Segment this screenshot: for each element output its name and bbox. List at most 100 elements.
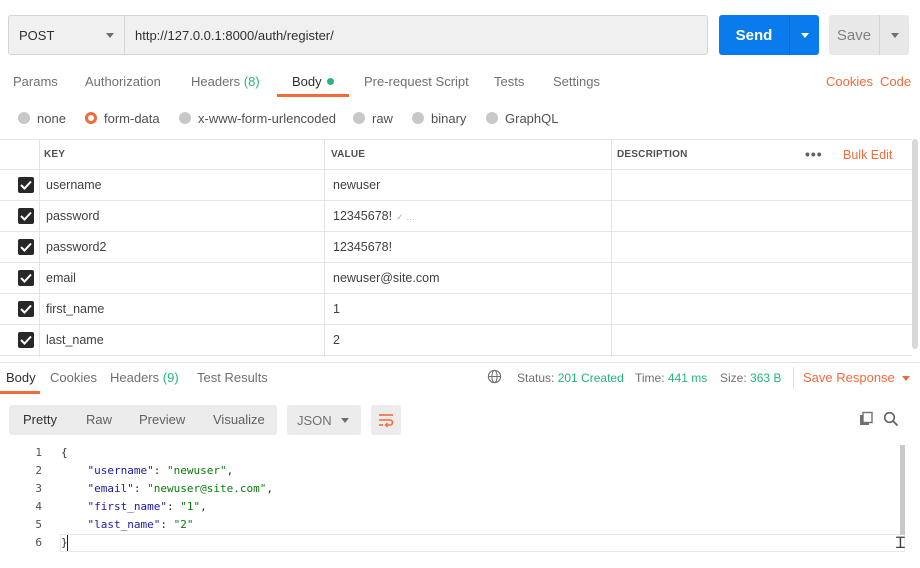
view-mode-group: Pretty Raw Preview Visualize (9, 405, 277, 435)
value-cell[interactable]: newuser (333, 170, 380, 200)
ibeam-cursor-icon: Ɪ (896, 533, 905, 552)
key-cell[interactable]: password (46, 201, 100, 231)
send-button-group: Send (719, 15, 819, 55)
copy-icon[interactable] (856, 409, 876, 429)
tab-authorization[interactable]: Authorization (85, 70, 161, 98)
radio-icon (18, 112, 30, 124)
view-raw-button[interactable]: Raw (86, 405, 112, 435)
search-icon[interactable] (881, 409, 901, 429)
tab-settings[interactable]: Settings (553, 70, 600, 98)
value-cell[interactable]: newuser@site.com (333, 263, 439, 293)
text-caret (67, 535, 68, 551)
row-checkbox[interactable] (18, 301, 34, 317)
check-icon (20, 211, 32, 221)
search-icon-svg (883, 411, 899, 427)
radio-label: form-data (104, 110, 160, 126)
json-key: "email" (87, 482, 134, 495)
radio-selected-icon (85, 112, 97, 124)
size-value: 363 B (750, 371, 782, 385)
radio-icon (412, 112, 424, 124)
tab-label: Tests (494, 74, 525, 89)
radio-form-data[interactable]: form-data (85, 108, 160, 128)
bulk-edit-button[interactable]: Bulk Edit (843, 140, 892, 170)
body-type-options: none form-data x-www-form-urlencoded raw… (0, 108, 920, 128)
value-cell[interactable]: 12345678! ✓ … (333, 201, 415, 231)
view-visualize-button[interactable]: Visualize (213, 405, 265, 435)
row-checkbox[interactable] (18, 332, 34, 348)
value-cell[interactable]: 2 (333, 325, 340, 355)
line-number: 1 (35, 446, 42, 459)
send-button[interactable]: Send (719, 15, 789, 55)
json-key: "username" (87, 464, 154, 477)
tab-label: Settings (553, 74, 600, 89)
tab-count: (9) (162, 370, 179, 385)
code-line: 2 "username": "newuser", (0, 462, 905, 480)
code-line: 5 "last_name": "2" (0, 516, 905, 534)
radio-none[interactable]: none (18, 108, 66, 128)
send-options-button[interactable] (789, 15, 819, 55)
save-button[interactable]: Save (829, 15, 879, 55)
response-tab-cookies[interactable]: Cookies (50, 368, 97, 388)
response-tabs: Body Cookies Headers (9) Test Results (0, 368, 920, 390)
tab-count: (8) (243, 74, 260, 89)
value-cell[interactable]: 1 (333, 294, 340, 324)
request-tabs: Params Authorization Headers (8) Body Pr… (0, 70, 920, 98)
key-cell[interactable]: password2 (46, 232, 106, 262)
row-checkbox[interactable] (18, 239, 34, 255)
column-header-description: DESCRIPTION (617, 149, 688, 160)
value-cell[interactable]: 12345678! (333, 232, 392, 262)
radio-binary[interactable]: binary (412, 108, 466, 128)
radio-icon (486, 112, 498, 124)
key-cell[interactable]: username (46, 170, 102, 200)
code-line: 4 "first_name": "1", (0, 498, 905, 516)
row-checkbox[interactable] (18, 177, 34, 193)
request-bar: POST (8, 15, 708, 55)
save-response-label: Save Response (803, 370, 895, 385)
globe-icon[interactable] (487, 369, 502, 389)
save-response-button[interactable]: Save Response (803, 368, 910, 388)
wrap-lines-button[interactable] (371, 405, 401, 435)
cookies-link[interactable]: Cookies (826, 70, 873, 94)
row-checkbox[interactable] (18, 270, 34, 286)
more-options-button[interactable]: ••• (805, 140, 823, 170)
code-line: 3 "email": "newuser@site.com", (0, 480, 905, 498)
check-icon (20, 304, 32, 314)
pane-divider[interactable] (0, 362, 920, 363)
radio-x-www-form-urlencoded[interactable]: x-www-form-urlencoded (179, 108, 336, 128)
format-select[interactable]: JSON (287, 405, 361, 435)
code-text: { (61, 446, 68, 459)
response-tab-headers[interactable]: Headers (9) (110, 368, 179, 388)
tab-tests[interactable]: Tests (494, 70, 524, 98)
tab-params[interactable]: Params (13, 70, 58, 98)
editor-scrollbar[interactable] (900, 445, 905, 535)
table-row: last_name 2 (0, 325, 912, 356)
tab-headers[interactable]: Headers (8) (191, 70, 260, 98)
method-select[interactable]: POST (9, 16, 125, 54)
row-checkbox[interactable] (18, 208, 34, 224)
key-cell[interactable]: last_name (46, 325, 104, 355)
url-input[interactable] (125, 16, 707, 54)
key-cell[interactable]: first_name (46, 294, 104, 324)
radio-raw[interactable]: raw (353, 108, 393, 128)
view-pretty-button[interactable]: Pretty (23, 405, 57, 435)
view-preview-button[interactable]: Preview (139, 405, 185, 435)
save-options-button[interactable] (879, 15, 909, 55)
tab-label: Params (13, 74, 58, 89)
key-cell[interactable]: email (46, 263, 76, 293)
caret-down-icon (341, 417, 349, 423)
caret-down-icon (800, 32, 809, 38)
radio-label: x-www-form-urlencoded (198, 110, 336, 126)
radio-graphql[interactable]: GraphQL (486, 108, 558, 128)
check-icon (20, 335, 32, 345)
form-data-table: KEY VALUE DESCRIPTION ••• Bulk Edit user… (0, 139, 912, 357)
line-number: 3 (35, 482, 42, 495)
save-button-group: Save (829, 15, 909, 55)
response-tab-body[interactable]: Body (6, 368, 36, 388)
tab-pre-request-script[interactable]: Pre-request Script (364, 70, 469, 98)
code-link[interactable]: Code (880, 70, 911, 94)
value-text: 12345678! (333, 209, 393, 223)
response-tab-test-results[interactable]: Test Results (197, 368, 268, 388)
active-response-tab-indicator (0, 391, 40, 394)
globe-icon-svg (487, 369, 502, 384)
table-scrollbar[interactable] (912, 139, 918, 349)
